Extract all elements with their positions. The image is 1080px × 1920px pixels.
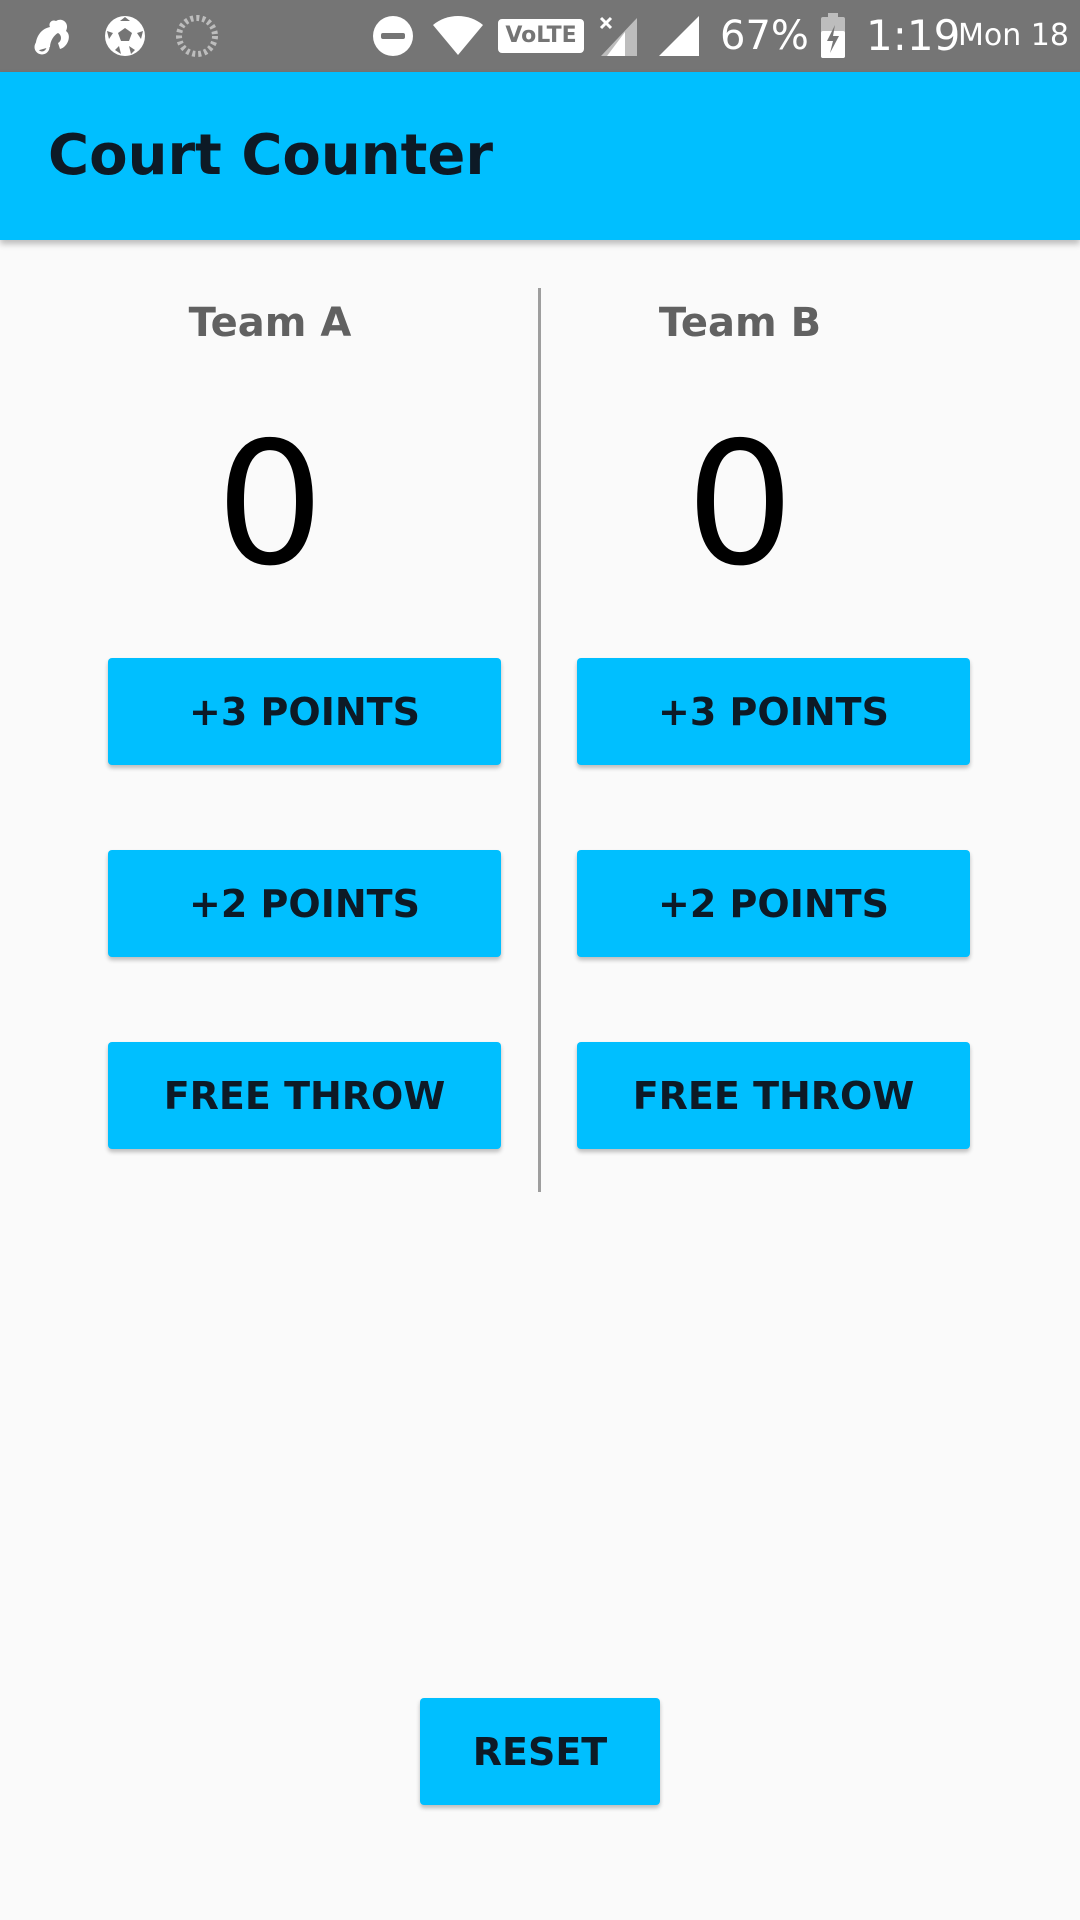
team-b-score: 0: [685, 406, 795, 604]
soccer-ball-icon: [100, 0, 150, 72]
team-b-name: Team B: [658, 300, 822, 346]
no-signal-icon: [596, 0, 642, 72]
volte-label: VoLTE: [498, 19, 584, 53]
team-b-column: Team B 0 +3 POINTS +2 POINTS FREE THROW: [470, 240, 1010, 1200]
clock-date: Mon 18: [958, 18, 1069, 53]
reset-button[interactable]: RESET: [420, 1698, 660, 1805]
team-a-plus3-button[interactable]: +3 POINTS: [108, 658, 501, 765]
main-content: Team A 0 +3 POINTS +2 POINTS FREE THROW …: [0, 240, 1080, 1920]
team-a-plus2-button[interactable]: +2 POINTS: [108, 850, 501, 957]
battery-percent: 67%: [720, 13, 809, 59]
team-a-name: Team A: [188, 300, 352, 346]
battery-charging-icon: [818, 0, 848, 72]
team-a-free-throw-button[interactable]: FREE THROW: [108, 1042, 501, 1149]
uc-browser-icon: [26, 0, 76, 72]
team-b-free-throw-button[interactable]: FREE THROW: [577, 1042, 970, 1149]
app-bar: Court Counter: [0, 72, 1080, 240]
status-bar: VoLTE 67% 1:19 Mon 18: [0, 0, 1080, 72]
volte-icon: VoLTE: [498, 0, 584, 72]
do-not-disturb-icon: [368, 0, 418, 72]
team-b-plus3-button[interactable]: +3 POINTS: [577, 658, 970, 765]
team-a-score: 0: [215, 406, 325, 604]
team-b-plus2-button[interactable]: +2 POINTS: [577, 850, 970, 957]
signal-icon: [656, 0, 702, 72]
clock-time: 1:19: [866, 11, 961, 60]
wifi-icon: [430, 0, 486, 72]
app-title: Court Counter: [48, 123, 493, 188]
team-a-column: Team A 0 +3 POINTS +2 POINTS FREE THROW: [0, 240, 540, 1200]
loading-icon: [172, 0, 222, 72]
